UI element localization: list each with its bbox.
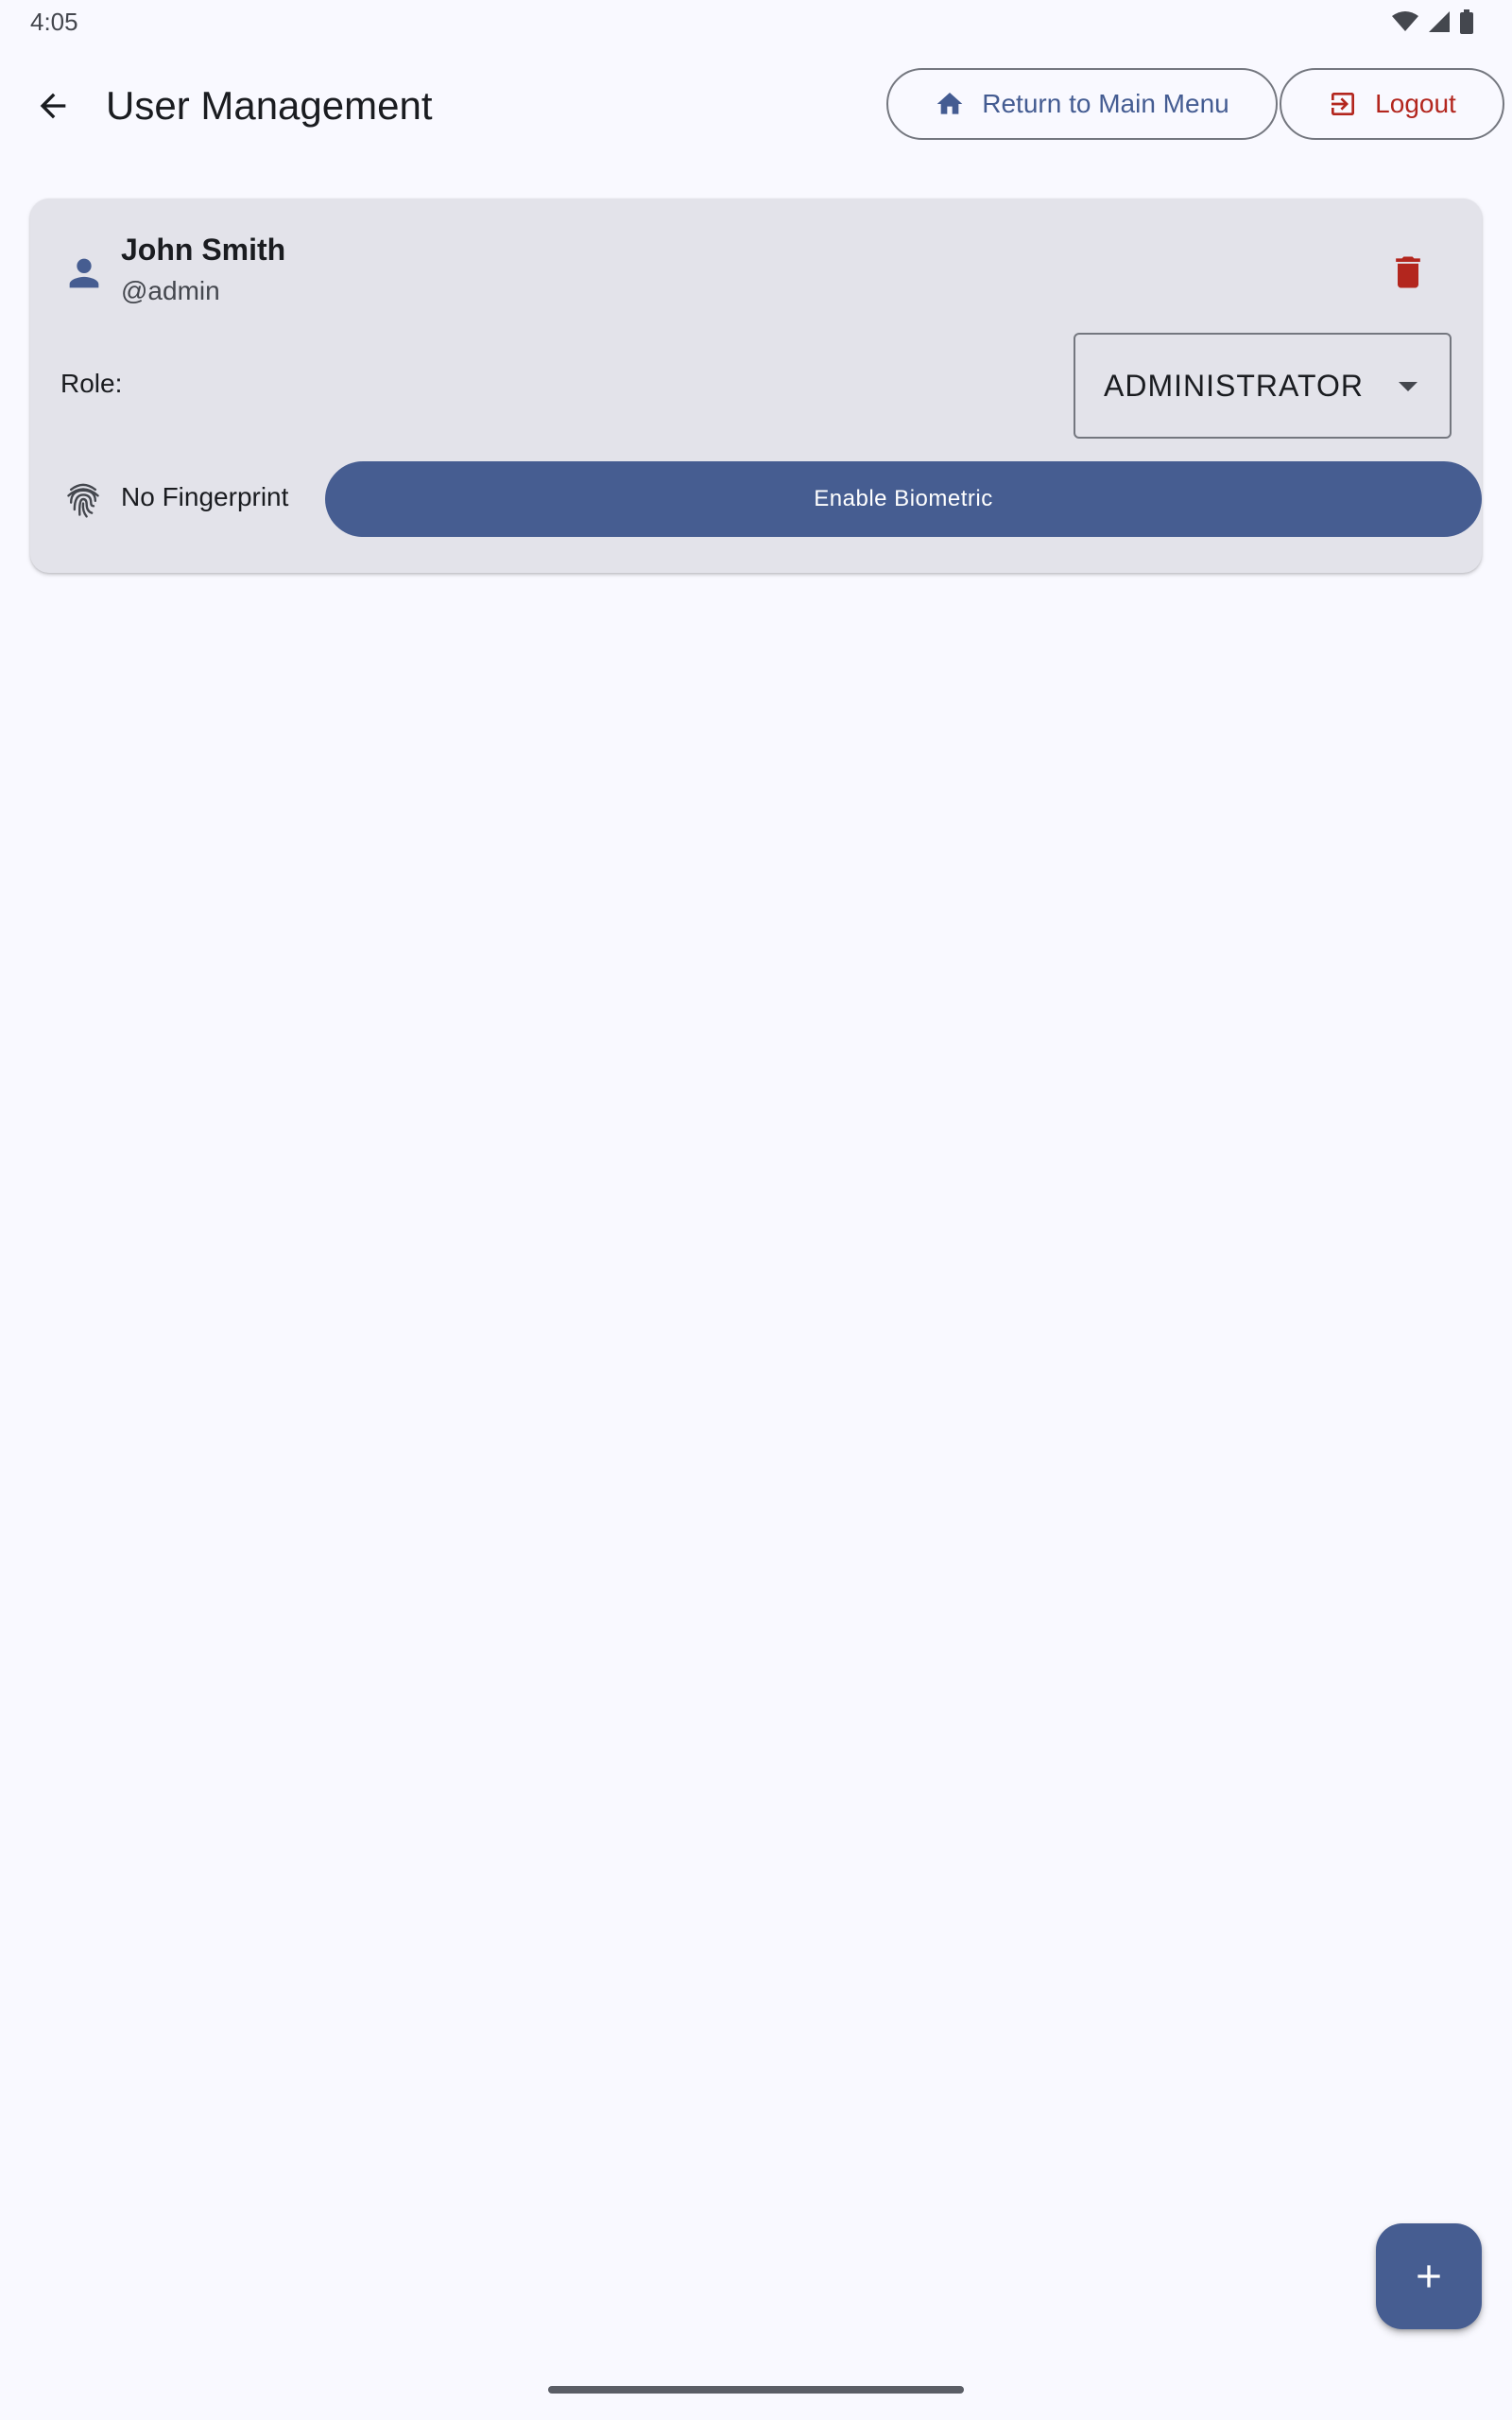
- status-bar: 4:05: [0, 0, 1512, 45]
- delete-user-button[interactable]: [1382, 246, 1435, 299]
- add-icon: [1418, 2265, 1440, 2288]
- arrow-back-icon: [40, 93, 66, 119]
- role-label: Role:: [60, 369, 123, 398]
- role-dropdown-value: ADMINISTRATOR: [1104, 368, 1364, 403]
- user-name: John Smith: [121, 233, 286, 267]
- page-title: User Management: [106, 83, 433, 128]
- wifi-icon: [1392, 11, 1418, 31]
- fingerprint-status: No Fingerprint: [121, 482, 289, 511]
- trash-icon: [1396, 256, 1420, 288]
- app-bar: User Management Return to Main Menu Logo…: [0, 45, 1512, 166]
- cellular-signal-icon: [1429, 11, 1450, 32]
- home-icon: [936, 93, 963, 114]
- user-handle: @admin: [121, 276, 220, 305]
- status-icons: [1391, 9, 1474, 34]
- add-user-fab[interactable]: [1376, 2223, 1482, 2329]
- user-card: John Smith @admin Role: ADMINISTRATOR No…: [30, 199, 1482, 573]
- logout-label: Logout: [1375, 89, 1456, 118]
- enable-biometric-button[interactable]: Enable Biometric: [325, 461, 1482, 537]
- return-to-main-menu-label: Return to Main Menu: [982, 89, 1229, 118]
- role-dropdown[interactable]: ADMINISTRATOR: [1074, 333, 1452, 439]
- logout-button[interactable]: Logout: [1280, 68, 1504, 140]
- back-button[interactable]: [23, 76, 83, 136]
- status-time: 4:05: [30, 8, 78, 36]
- fingerprint-icon: [67, 483, 99, 518]
- logout-icon: [1332, 93, 1355, 115]
- battery-icon: [1460, 9, 1473, 34]
- return-to-main-menu-button[interactable]: Return to Main Menu: [886, 68, 1278, 140]
- dropdown-arrow-icon: [1399, 382, 1418, 391]
- gesture-navigation-handle[interactable]: [548, 2386, 964, 2394]
- person-icon: [69, 258, 99, 288]
